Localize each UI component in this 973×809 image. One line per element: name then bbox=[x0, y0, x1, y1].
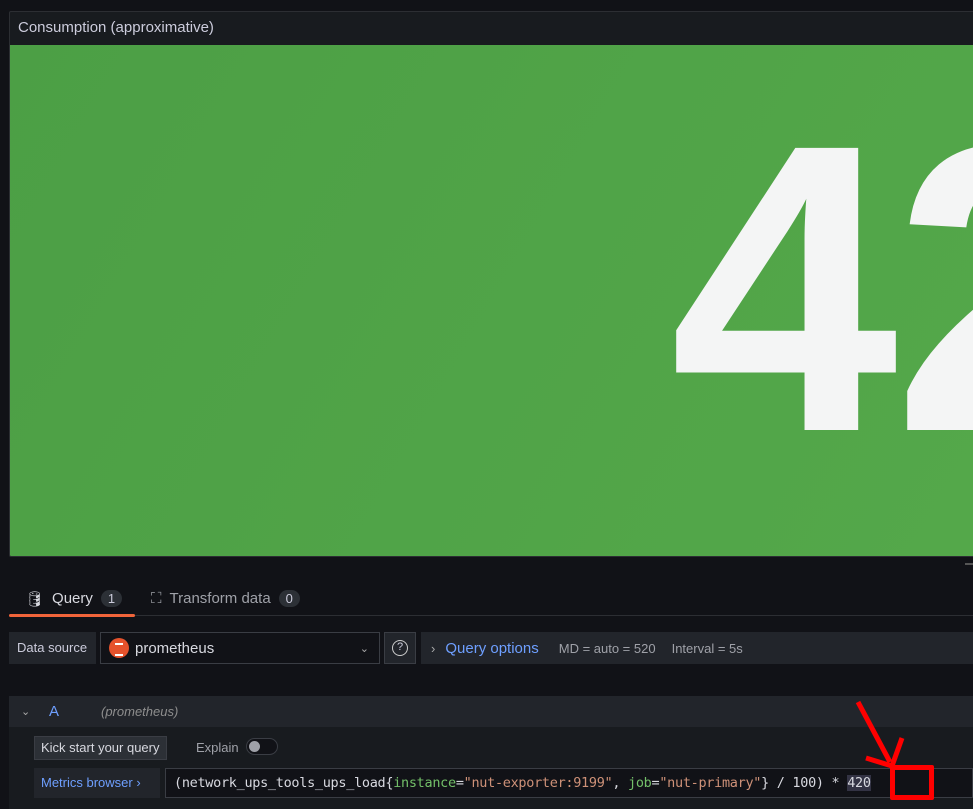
expr-part: (network_ups_tools_ups_load{ bbox=[174, 775, 394, 791]
stat-value: 420 bbox=[670, 59, 973, 517]
kick-start-button[interactable]: Kick start your query bbox=[34, 736, 167, 760]
explain-label: Explain bbox=[196, 740, 239, 755]
editor-tabs: 🛢 Query 1 ⛶ Transform data 0 bbox=[9, 582, 973, 617]
tab-count: 1 bbox=[100, 590, 123, 607]
tab-transform[interactable]: ⛶ Transform data 0 bbox=[151, 582, 300, 615]
query-editor[interactable]: (network_ups_tools_ups_load{instance="nu… bbox=[165, 768, 973, 798]
panel-title[interactable]: Consumption (approximative) bbox=[10, 12, 973, 45]
annotation-arrow-icon bbox=[855, 700, 905, 770]
expr-part: = bbox=[455, 775, 464, 791]
expr-highlight: 420 bbox=[847, 775, 871, 791]
prometheus-icon bbox=[109, 638, 129, 658]
tab-query[interactable]: 🛢 Query 1 bbox=[9, 582, 135, 617]
expr-part: , bbox=[612, 775, 629, 791]
expr-label: job bbox=[628, 775, 652, 791]
max-data-points: MD = auto = 520 bbox=[558, 640, 656, 656]
expr-string: "nut-primary" bbox=[659, 775, 762, 791]
chevron-down-icon: ⌄ bbox=[359, 642, 369, 655]
chevron-right-icon: › bbox=[431, 640, 436, 656]
datasource-select[interactable]: prometheus ⌄ bbox=[100, 632, 380, 664]
tab-count: 0 bbox=[278, 590, 300, 607]
help-button[interactable]: ? bbox=[384, 632, 416, 664]
resize-handle[interactable] bbox=[965, 563, 973, 565]
query-letter[interactable]: A bbox=[49, 703, 101, 720]
datasource-label: Data source bbox=[9, 632, 96, 664]
stat-background: 420 bbox=[10, 45, 973, 556]
query-datasource: (prometheus) bbox=[101, 704, 179, 719]
tab-label: Query bbox=[52, 590, 93, 607]
collapse-icon[interactable]: ⌄ bbox=[21, 705, 49, 718]
stat-panel: Consumption (approximative) 420 bbox=[9, 11, 973, 557]
metrics-browser-button[interactable]: Metrics browser › bbox=[34, 768, 160, 798]
expr-part: } / 100) * bbox=[761, 775, 848, 791]
query-options-link[interactable]: Query options bbox=[445, 640, 538, 657]
annotation-highlight-box bbox=[890, 765, 934, 800]
expr-label: instance bbox=[393, 775, 456, 791]
explain-toggle[interactable] bbox=[246, 738, 278, 755]
query-options[interactable]: › Query options MD = auto = 520 Interval… bbox=[421, 632, 973, 664]
tab-label: Transform data bbox=[169, 590, 271, 607]
database-icon: 🛢 bbox=[25, 590, 45, 608]
question-icon: ? bbox=[392, 640, 408, 656]
query-row-header[interactable]: ⌄ A (prometheus) bbox=[9, 696, 973, 727]
expr-string: "nut-exporter:9199" bbox=[463, 775, 613, 791]
transform-icon: ⛶ bbox=[151, 590, 162, 607]
datasource-value: prometheus bbox=[135, 639, 215, 657]
interval: Interval = 5s bbox=[671, 640, 743, 656]
